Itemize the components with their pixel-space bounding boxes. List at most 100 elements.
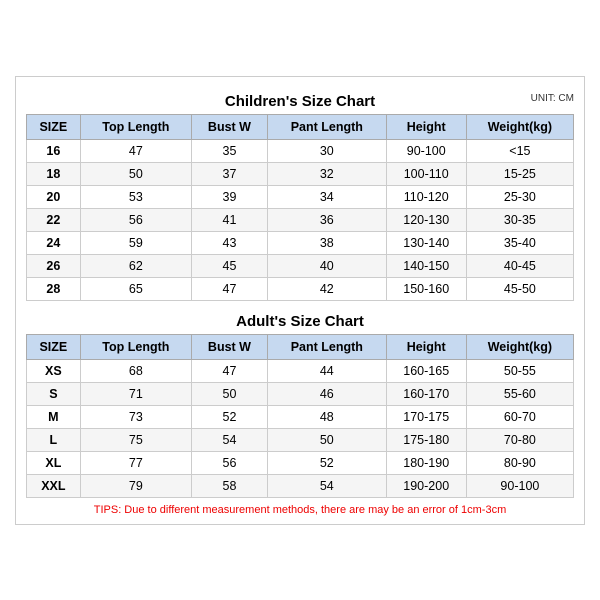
adult-cell: 54 <box>191 428 267 451</box>
adult-size-table: SIZE Top Length Bust W Pant Length Heigh… <box>26 334 574 498</box>
adult-cell: 50-55 <box>466 359 573 382</box>
children-cell: 45 <box>191 254 267 277</box>
adult-cell: 47 <box>191 359 267 382</box>
adult-table-row: M735248170-17560-70 <box>27 405 574 428</box>
children-table-row: 1647353090-100<15 <box>27 139 574 162</box>
children-cell: <15 <box>466 139 573 162</box>
adult-header-row: SIZE Top Length Bust W Pant Length Heigh… <box>27 334 574 359</box>
children-cell: 39 <box>191 185 267 208</box>
adult-cell: 60-70 <box>466 405 573 428</box>
adult-cell: 56 <box>191 451 267 474</box>
adult-cell: 190-200 <box>386 474 466 497</box>
adult-cell: 50 <box>191 382 267 405</box>
children-cell: 38 <box>267 231 386 254</box>
children-cell: 30 <box>267 139 386 162</box>
col-top-length-adult: Top Length <box>80 334 191 359</box>
adult-cell: XL <box>27 451 81 474</box>
children-cell: 34 <box>267 185 386 208</box>
adult-table-row: XL775652180-19080-90 <box>27 451 574 474</box>
adult-cell: XS <box>27 359 81 382</box>
adult-cell: 54 <box>267 474 386 497</box>
adult-cell: 75 <box>80 428 191 451</box>
children-cell: 150-160 <box>386 277 466 300</box>
adult-cell: 90-100 <box>466 474 573 497</box>
adult-cell: 71 <box>80 382 191 405</box>
children-cell: 18 <box>27 162 81 185</box>
adult-cell: 68 <box>80 359 191 382</box>
children-size-table: SIZE Top Length Bust W Pant Length Heigh… <box>26 114 574 301</box>
children-cell: 140-150 <box>386 254 466 277</box>
col-weight: Weight(kg) <box>466 114 573 139</box>
children-cell: 65 <box>80 277 191 300</box>
children-cell: 32 <box>267 162 386 185</box>
children-cell: 100-110 <box>386 162 466 185</box>
children-cell: 28 <box>27 277 81 300</box>
adult-section-header: Adult's Size Chart <box>26 307 574 334</box>
children-cell: 35 <box>191 139 267 162</box>
children-cell: 24 <box>27 231 81 254</box>
children-cell: 50 <box>80 162 191 185</box>
adult-cell: 70-80 <box>466 428 573 451</box>
children-cell: 22 <box>27 208 81 231</box>
adult-cell: S <box>27 382 81 405</box>
adult-title: Adult's Size Chart <box>236 313 364 330</box>
adult-cell: XXL <box>27 474 81 497</box>
children-cell: 37 <box>191 162 267 185</box>
children-cell: 90-100 <box>386 139 466 162</box>
adult-cell: 52 <box>267 451 386 474</box>
children-cell: 62 <box>80 254 191 277</box>
children-table-row: 18503732100-11015-25 <box>27 162 574 185</box>
col-pant-length: Pant Length <box>267 114 386 139</box>
children-cell: 120-130 <box>386 208 466 231</box>
children-cell: 56 <box>80 208 191 231</box>
children-cell: 20 <box>27 185 81 208</box>
children-title: Children's Size Chart <box>225 93 375 110</box>
adult-cell: 73 <box>80 405 191 428</box>
adult-cell: M <box>27 405 81 428</box>
adult-cell: 175-180 <box>386 428 466 451</box>
children-header-row: SIZE Top Length Bust W Pant Length Heigh… <box>27 114 574 139</box>
children-table-row: 22564136120-13030-35 <box>27 208 574 231</box>
adult-table-row: S715046160-17055-60 <box>27 382 574 405</box>
children-cell: 47 <box>191 277 267 300</box>
children-cell: 41 <box>191 208 267 231</box>
children-table-row: 26624540140-15040-45 <box>27 254 574 277</box>
children-cell: 36 <box>267 208 386 231</box>
adult-cell: 50 <box>267 428 386 451</box>
adult-cell: 46 <box>267 382 386 405</box>
col-top-length: Top Length <box>80 114 191 139</box>
children-cell: 40 <box>267 254 386 277</box>
children-table-row: 20533934110-12025-30 <box>27 185 574 208</box>
children-cell: 30-35 <box>466 208 573 231</box>
children-cell: 47 <box>80 139 191 162</box>
col-height-adult: Height <box>386 334 466 359</box>
children-cell: 40-45 <box>466 254 573 277</box>
children-cell: 15-25 <box>466 162 573 185</box>
children-cell: 110-120 <box>386 185 466 208</box>
adult-cell: 52 <box>191 405 267 428</box>
tips-text: TIPS: Due to different measurement metho… <box>26 504 574 516</box>
adult-cell: 79 <box>80 474 191 497</box>
children-table-row: 24594338130-14035-40 <box>27 231 574 254</box>
adult-cell: 77 <box>80 451 191 474</box>
adult-table-row: XXL795854190-20090-100 <box>27 474 574 497</box>
children-cell: 43 <box>191 231 267 254</box>
adult-cell: 48 <box>267 405 386 428</box>
children-cell: 16 <box>27 139 81 162</box>
adult-cell: 160-165 <box>386 359 466 382</box>
chart-container: Children's Size Chart UNIT: CM SIZE Top … <box>15 76 585 525</box>
children-cell: 26 <box>27 254 81 277</box>
adult-cell: 58 <box>191 474 267 497</box>
col-height: Height <box>386 114 466 139</box>
col-pant-length-adult: Pant Length <box>267 334 386 359</box>
col-size-adult: SIZE <box>27 334 81 359</box>
children-section-header: Children's Size Chart UNIT: CM <box>26 87 574 114</box>
unit-label: UNIT: CM <box>531 93 574 104</box>
adult-table-row: L755450175-18070-80 <box>27 428 574 451</box>
col-size: SIZE <box>27 114 81 139</box>
adult-cell: 80-90 <box>466 451 573 474</box>
children-cell: 35-40 <box>466 231 573 254</box>
children-cell: 130-140 <box>386 231 466 254</box>
children-cell: 25-30 <box>466 185 573 208</box>
children-cell: 42 <box>267 277 386 300</box>
